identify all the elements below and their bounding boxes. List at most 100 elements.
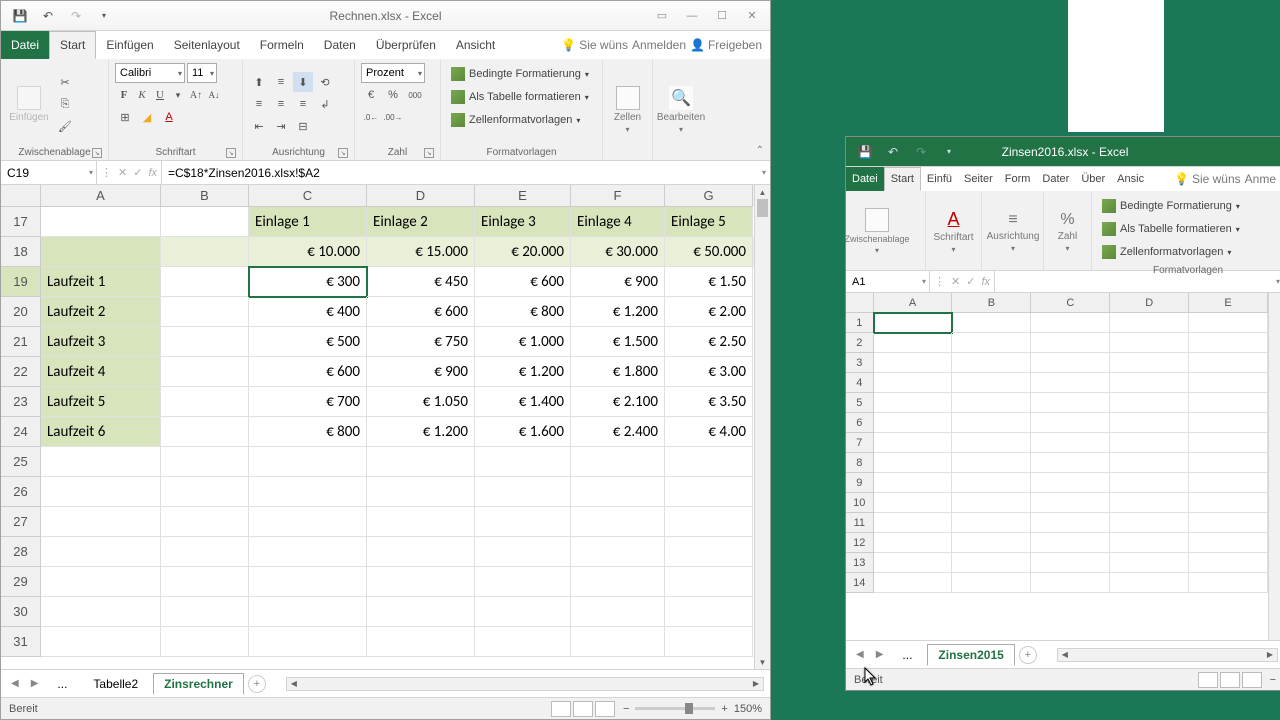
- align-top-icon[interactable]: ⬆: [249, 72, 269, 92]
- cells-button[interactable]: Zellen▾: [609, 63, 646, 156]
- tab-einfugen[interactable]: Einfügen: [96, 31, 163, 59]
- cell[interactable]: € 1.200: [571, 297, 665, 327]
- zoom-in-button[interactable]: +: [721, 703, 727, 715]
- cell[interactable]: [1189, 333, 1268, 353]
- tab-daten[interactable]: Dater: [1036, 167, 1075, 191]
- row-header-21[interactable]: 21: [1, 327, 41, 357]
- align-launcher[interactable]: ↘: [338, 148, 348, 158]
- add-sheet-button[interactable]: +: [248, 675, 266, 693]
- cell[interactable]: [874, 393, 953, 413]
- name-box[interactable]: C19: [1, 161, 97, 184]
- tab-ansicht[interactable]: Ansicht: [446, 31, 505, 59]
- cell[interactable]: [161, 477, 249, 507]
- cell[interactable]: [571, 597, 665, 627]
- cell[interactable]: [475, 537, 571, 567]
- save-icon[interactable]: 💾: [9, 5, 31, 27]
- col-header-C[interactable]: C: [1031, 293, 1110, 313]
- col-header-G[interactable]: G: [665, 185, 753, 207]
- cell[interactable]: [41, 507, 161, 537]
- redo-icon[interactable]: ↷: [65, 5, 87, 27]
- row-header-26[interactable]: 26: [1, 477, 41, 507]
- tab-formeln[interactable]: Form: [999, 167, 1037, 191]
- cell[interactable]: [665, 627, 753, 657]
- row-header-29[interactable]: 29: [1, 567, 41, 597]
- cell[interactable]: € 300: [249, 267, 367, 297]
- shrink-font-button[interactable]: A↓: [205, 85, 223, 105]
- cell[interactable]: [161, 207, 249, 237]
- page-layout-view-button[interactable]: [573, 701, 593, 717]
- horizontal-scrollbar[interactable]: ◀ ▶: [286, 677, 764, 691]
- cell[interactable]: [952, 533, 1031, 553]
- cell[interactable]: [1110, 333, 1189, 353]
- minimize-icon[interactable]: —: [678, 5, 706, 27]
- tab-start[interactable]: Start: [884, 167, 921, 191]
- zoom-level[interactable]: 150%: [734, 703, 762, 715]
- row-header-5[interactable]: 5: [846, 393, 874, 413]
- row-header-6[interactable]: 6: [846, 413, 874, 433]
- cell[interactable]: [952, 553, 1031, 573]
- zoom-out-button[interactable]: −: [623, 703, 629, 715]
- fx-icon[interactable]: fx: [981, 276, 990, 288]
- cell[interactable]: [41, 597, 161, 627]
- undo-icon[interactable]: ↶: [37, 5, 59, 27]
- conditional-formatting-button[interactable]: Bedingte Formatierung▾: [447, 63, 593, 85]
- cell[interactable]: [1031, 473, 1110, 493]
- font-launcher[interactable]: ↘: [226, 148, 236, 158]
- accept-formula-icon[interactable]: ✓: [133, 166, 142, 179]
- cell[interactable]: Laufzeit 1: [41, 267, 161, 297]
- row-header-7[interactable]: 7: [846, 433, 874, 453]
- border-button[interactable]: ▾: [169, 85, 187, 105]
- row-header-23[interactable]: 23: [1, 387, 41, 417]
- add-sheet-button[interactable]: +: [1019, 646, 1037, 664]
- cell[interactable]: [475, 507, 571, 537]
- bold-button[interactable]: F: [115, 85, 133, 105]
- align-left-icon[interactable]: ≡: [249, 94, 269, 114]
- italic-button[interactable]: K: [133, 85, 151, 105]
- row-header-24[interactable]: 24: [1, 417, 41, 447]
- cell[interactable]: [367, 447, 475, 477]
- collapse-ribbon-icon[interactable]: ⌃: [756, 145, 764, 156]
- cell[interactable]: [161, 537, 249, 567]
- format-as-table-button[interactable]: Als Tabelle formatieren▾: [447, 86, 593, 108]
- cell[interactable]: [475, 477, 571, 507]
- col-header-F[interactable]: F: [571, 185, 665, 207]
- cell[interactable]: [41, 567, 161, 597]
- cancel-formula-icon[interactable]: ✕: [118, 166, 127, 179]
- save-icon[interactable]: 💾: [854, 141, 876, 163]
- cell[interactable]: [874, 553, 953, 573]
- page-layout-view-button[interactable]: [1220, 672, 1240, 688]
- cell[interactable]: [665, 477, 753, 507]
- cell[interactable]: [161, 627, 249, 657]
- cell[interactable]: € 1.400: [475, 387, 571, 417]
- row-header-25[interactable]: 25: [1, 447, 41, 477]
- cell[interactable]: [665, 507, 753, 537]
- underline-button[interactable]: U: [151, 85, 169, 105]
- cell[interactable]: [952, 513, 1031, 533]
- qat-dropdown-icon[interactable]: ▾: [93, 5, 115, 27]
- cell[interactable]: [161, 237, 249, 267]
- scroll-down-icon[interactable]: ▼: [755, 655, 770, 669]
- cell[interactable]: Laufzeit 4: [41, 357, 161, 387]
- cell[interactable]: [249, 477, 367, 507]
- cell[interactable]: [1031, 373, 1110, 393]
- alignment-button[interactable]: ≡Ausrichtung▾: [988, 195, 1038, 268]
- zoom-thumb[interactable]: [685, 703, 693, 714]
- row-header-12[interactable]: 12: [846, 533, 874, 553]
- cell[interactable]: [249, 507, 367, 537]
- cell[interactable]: [475, 627, 571, 657]
- sheet-nav-prev-icon[interactable]: ◀: [7, 678, 23, 689]
- cell[interactable]: [874, 413, 953, 433]
- cell[interactable]: € 2.100: [571, 387, 665, 417]
- fx-icon[interactable]: fx: [148, 167, 157, 179]
- cell[interactable]: € 750: [367, 327, 475, 357]
- merge-icon[interactable]: ⊟: [293, 116, 313, 136]
- cell[interactable]: [161, 567, 249, 597]
- cell[interactable]: Einlage 3: [475, 207, 571, 237]
- cell[interactable]: [1189, 393, 1268, 413]
- cell[interactable]: [1110, 513, 1189, 533]
- row-header-3[interactable]: 3: [846, 353, 874, 373]
- page-break-view-button[interactable]: [1242, 672, 1262, 688]
- tab-seitenlayout[interactable]: Seitenlayout: [164, 31, 250, 59]
- font-color-icon[interactable]: A: [159, 107, 179, 127]
- cell[interactable]: € 20.000: [475, 237, 571, 267]
